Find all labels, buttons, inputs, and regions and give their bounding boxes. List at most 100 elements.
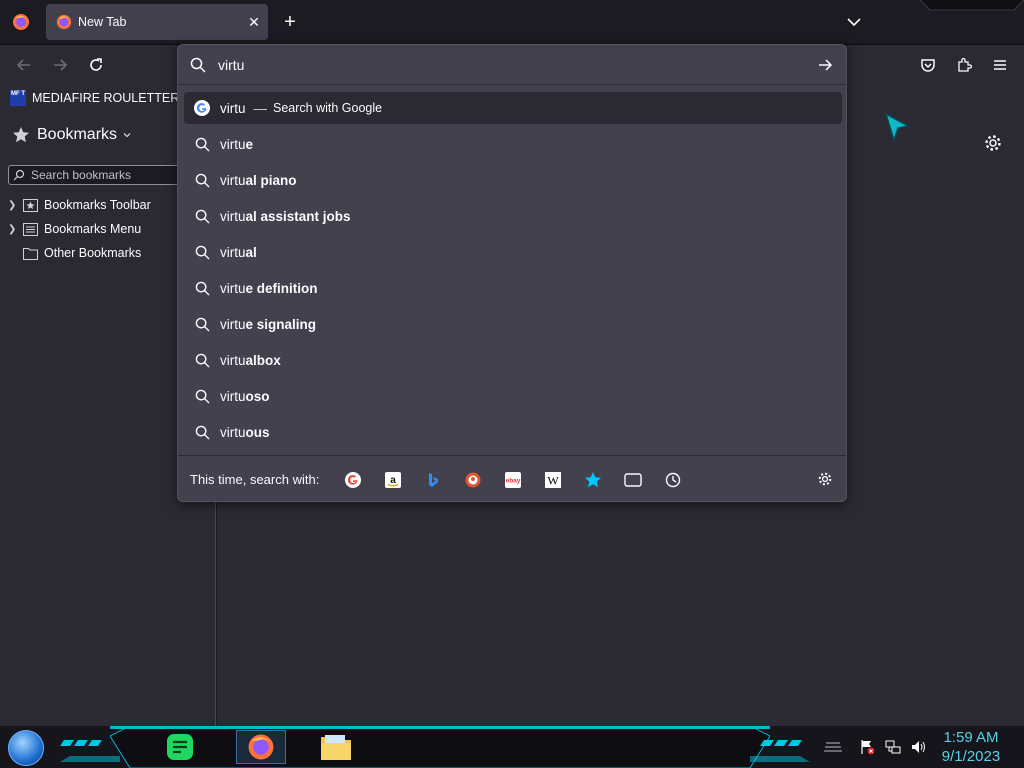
suggestion-typed: virtu	[220, 136, 246, 152]
search-suggestion[interactable]: virtual assistant jobs	[184, 200, 842, 232]
suggestion-typed: virtu	[220, 316, 246, 332]
tabs-icon	[624, 472, 643, 487]
bookmark-label: MEDIAFIRE ROULETTER	[32, 91, 180, 105]
system-tray	[822, 726, 934, 768]
search-icon	[184, 281, 220, 296]
search-suggestion[interactable]: virtue	[184, 128, 842, 160]
reload-button[interactable]	[84, 53, 108, 77]
suggestion-typed: virtu	[220, 244, 246, 260]
search-icon	[184, 353, 220, 368]
tree-item-label: Other Bookmarks	[44, 246, 142, 260]
volume-icon[interactable]	[908, 738, 930, 756]
mediafire-icon: MF T	[10, 90, 26, 106]
search-suggestion[interactable]: virtualbox	[184, 344, 842, 376]
tab-close-button[interactable]: ✕	[240, 14, 268, 31]
search-engine-amazon[interactable]: a	[373, 466, 413, 494]
tree-item-bookmarks-toolbar[interactable]: ❯ Bookmarks Toolbar	[8, 195, 151, 215]
clock-date: 9/1/2023	[941, 748, 1001, 765]
taskbar-decoration-left	[60, 740, 120, 762]
sidebar-title: Bookmarks	[37, 126, 118, 143]
taskbar-decoration-right	[750, 740, 810, 762]
forward-button[interactable]	[48, 53, 72, 77]
urlbar-input[interactable]: virtu	[178, 45, 846, 85]
extensions-button[interactable]	[952, 53, 976, 77]
search-engine-wikipedia[interactable]: W	[533, 466, 573, 494]
star-folder-icon	[22, 198, 38, 212]
amazon-icon: a	[385, 471, 402, 488]
google-icon	[184, 100, 220, 116]
search-suggestion[interactable]: virtue signaling	[184, 308, 842, 340]
search-tabs-button[interactable]	[613, 466, 653, 494]
suggestion-completion: ous	[245, 424, 270, 440]
tab-new-tab[interactable]: New Tab ✕	[46, 4, 268, 40]
search-engine-google[interactable]	[333, 466, 373, 494]
search-engine-duckduckgo[interactable]	[453, 466, 493, 494]
tree-item-label: Bookmarks Menu	[44, 222, 142, 236]
search-icon	[13, 169, 25, 181]
sidebar-switcher[interactable]: Bookmarks	[12, 126, 133, 144]
one-off-label: This time, search with:	[190, 472, 320, 487]
suggestion-typed: virtu	[220, 172, 246, 188]
show-hidden-icons-icon[interactable]	[822, 738, 844, 756]
search-engine-ebay[interactable]: ebay	[493, 466, 533, 494]
search-bookmarks-button[interactable]	[573, 466, 613, 494]
network-icon[interactable]	[882, 738, 904, 756]
result-separator: —	[253, 100, 268, 116]
tree-item-label: Bookmarks Toolbar	[44, 198, 151, 212]
taskbar-file-explorer[interactable]	[318, 730, 354, 764]
go-button[interactable]	[804, 57, 846, 73]
new-tab-button[interactable]: +	[278, 8, 302, 36]
suggestion-text: virtual	[220, 245, 257, 260]
star-icon	[13, 127, 29, 143]
firefox-icon	[13, 14, 29, 30]
taskbar-firefox-app[interactable]	[236, 730, 286, 764]
start-button[interactable]	[8, 730, 44, 766]
suggestion-typed: virtu	[220, 388, 246, 404]
search-icon	[184, 173, 220, 188]
pocket-button[interactable]	[916, 53, 940, 77]
svg-text:ebay: ebay	[506, 477, 521, 484]
firefox-view-button[interactable]	[0, 0, 42, 44]
suggestion-typed: virtu	[220, 352, 246, 368]
theme-decoration	[920, 0, 1024, 11]
arrow-right-icon	[819, 58, 833, 71]
back-button[interactable]	[12, 53, 36, 77]
expand-twisty-icon[interactable]: ❯	[8, 200, 22, 211]
search-icon	[178, 57, 218, 73]
taskbar-clock[interactable]: 1:59 AM 9/1/2023	[936, 728, 1006, 766]
menu-folder-icon	[22, 222, 38, 236]
suggestion-text: virtual piano	[220, 173, 297, 188]
wikipedia-icon: W	[545, 471, 562, 488]
folder-icon	[22, 246, 38, 260]
action-center-flag-icon[interactable]	[856, 738, 878, 756]
search-icon	[184, 389, 220, 404]
tree-item-bookmarks-menu[interactable]: ❯ Bookmarks Menu	[8, 219, 141, 239]
heuristic-result[interactable]: virtu — Search with Google	[184, 92, 842, 124]
duckduckgo-icon	[465, 472, 481, 487]
list-all-tabs-button[interactable]	[840, 10, 868, 34]
taskbar-notes-app[interactable]	[162, 730, 198, 764]
search-suggestion[interactable]: virtuous	[184, 416, 842, 448]
tree-item-other-bookmarks[interactable]: Other Bookmarks	[8, 243, 141, 263]
suggestion-text: virtue signaling	[220, 317, 316, 332]
svg-text:W: W	[548, 473, 560, 487]
search-suggestion[interactable]: virtuoso	[184, 380, 842, 412]
urlbar-text[interactable]: virtu	[218, 57, 804, 73]
search-suggestion[interactable]: virtual piano	[184, 164, 842, 196]
newtab-settings-button[interactable]	[982, 132, 1004, 154]
search-icon	[184, 425, 220, 440]
search-suggestion[interactable]: virtual	[184, 236, 842, 268]
taskbar: 1:59 AM 9/1/2023	[0, 726, 1024, 768]
expand-twisty-icon[interactable]: ❯	[8, 224, 22, 235]
search-suggestion[interactable]: virtue definition	[184, 272, 842, 304]
search-engine-bing[interactable]	[413, 466, 453, 494]
pocket-icon	[921, 59, 935, 72]
app-menu-button[interactable]	[988, 53, 1012, 77]
search-history-button[interactable]	[653, 466, 693, 494]
reload-icon	[90, 58, 102, 71]
suggestion-text: virtue definition	[220, 281, 318, 296]
search-icon	[184, 245, 220, 260]
notes-app-icon	[167, 734, 193, 760]
search-settings-button[interactable]	[816, 470, 836, 490]
bookmark-mediafire-rouletter[interactable]: MF T MEDIAFIRE ROULETTER	[10, 90, 179, 106]
